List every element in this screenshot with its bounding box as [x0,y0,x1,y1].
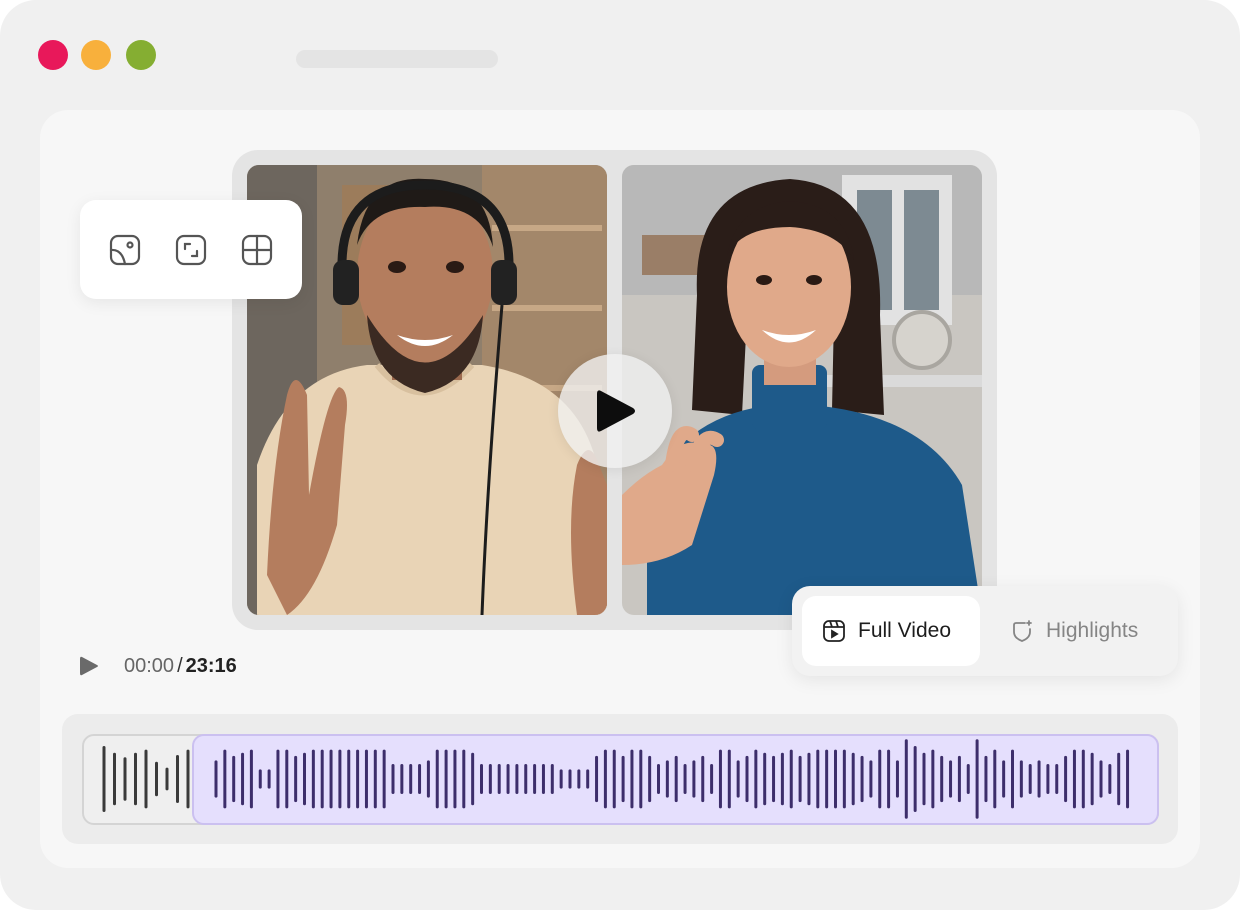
address-bar[interactable] [296,50,498,68]
grid-layout-icon[interactable] [237,230,277,270]
portrait-layout-icon[interactable] [105,230,145,270]
maximize-window-button[interactable] [126,40,156,70]
full-video-label: Full Video [858,619,952,642]
view-toggle: Full Video Highlights [792,586,1178,676]
full-video-tab[interactable]: Full Video [802,596,980,666]
highlights-label: Highlights [1046,619,1139,642]
app-window: 00:00 / 23:16 Full Video Highlights [0,0,1240,910]
playback-controls: 00:00 / 23:16 [78,652,237,680]
play-icon[interactable] [78,655,100,677]
total-time: 23:16 [185,654,237,677]
current-time: 00:00 [124,654,175,677]
highlights-tab[interactable]: Highlights [998,596,1168,666]
expand-frame-icon[interactable] [171,230,211,270]
time-separator: / [177,654,183,677]
timeline-selection[interactable] [192,734,1159,825]
participant-video-right[interactable] [622,165,982,615]
close-window-button[interactable] [38,40,68,70]
play-button[interactable] [558,354,672,468]
layout-toolbar [80,200,302,299]
sparkle-shield-icon [1013,620,1032,642]
video-icon [823,620,845,642]
minimize-window-button[interactable] [81,40,111,70]
play-icon [597,390,635,432]
